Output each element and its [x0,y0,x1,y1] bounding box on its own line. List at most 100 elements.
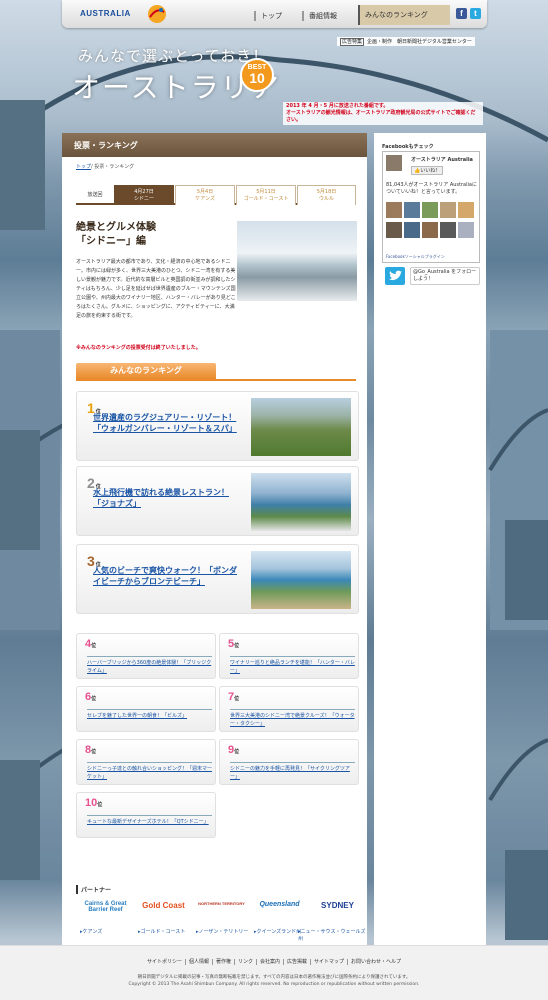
footer-link[interactable]: 会社案内 [256,959,284,965]
partner-logo-cairns[interactable]: Cairns & Great Barrier Reef [78,901,133,925]
broadcast-notice: 2013 年 4 月・5 月に放送された番組です。 オーストラリアの観光情報は、… [283,102,483,125]
fan-avatar[interactable] [422,222,438,238]
top-navigation: AUSTRALIA トップ 番組情報 みんなのランキング f t [62,0,487,28]
notice-line-1: 2013 年 4 月・5 月に放送された番組です。 [286,103,389,109]
ranking-heading: みんなのランキング [76,363,216,379]
partner-logo-gold-coast[interactable]: Gold Coast [136,901,191,925]
tab-sydney[interactable]: 4月27日 シドニー [114,185,174,205]
rank-9-card[interactable]: 9位 シドニーの魅力を手軽に再発見！「サイクリングツアー」 [219,739,359,785]
rank-3-photo [251,551,351,609]
fan-avatar[interactable] [440,222,456,238]
twitter-icon[interactable]: t [470,8,481,19]
fan-avatar[interactable] [386,202,402,218]
footer-link[interactable]: 個人情報 [184,959,212,965]
credit-text: 企画・制作 朝日新聞社デジタル営業センター [367,39,472,45]
fb-plugin-label: Facebookソーシャルプラグイン [386,254,445,259]
hero-subtitle: みんなで選ぶとっておき！ [78,47,269,65]
rank-8-title[interactable]: シドニーっ子達との触れ合いショッピング！「週末マーケット」 [87,762,212,781]
footer-link[interactable]: 著作権 [211,959,234,965]
episode-tabs: 放送回 4月27日 シドニー 5月4日 ケアンズ 5月11日 ゴールド・コースト 5月… [76,185,356,205]
notice-line-2: オーストラリアの観光情報は、オーストラリア政府観光局の公式サイトでご確認ください… [286,110,476,123]
twitter-follow-text[interactable]: @Go_Australia をフォローしよう！ [410,267,480,285]
rank-2-photo [251,473,351,531]
nav-ranking[interactable]: みんなのランキング [358,5,450,25]
sydney-heading: 絶景とグルメ体験 「シドニー」編 [76,222,156,247]
section-title: 投票・ランキング [62,133,367,157]
page-avatar[interactable] [386,155,402,171]
rank-1-photo [251,398,351,456]
partner-link-gold-coast[interactable]: ▸ゴールド・コースト [138,928,185,935]
australia-logo[interactable]: AUSTRALIA [80,9,131,18]
rank-1-card[interactable]: 1位 世界遺産のラグジュアリー・リゾート！「ウォルガンバレー・リゾート＆スパ」 [76,391,359,461]
fan-avatar[interactable] [404,202,420,218]
nav-program-info[interactable]: 番組情報 [302,11,337,21]
nav-top[interactable]: トップ [254,11,282,21]
twitter-bird-icon [385,267,405,285]
rank-3-title[interactable]: 人気のビーチで爽快ウォーク！「ボンダイビーチからブロンテビーチ」 [93,565,243,587]
rank-4-title[interactable]: ハーバーブリッジから360度の絶景体験！「ブリッジクライム」 [87,656,212,675]
rank-5-title[interactable]: ワイナリー巡りと絶品ランチを堪能！「ハンター・バレー」 [230,656,355,675]
fan-avatar[interactable] [458,202,474,218]
rank-8-card[interactable]: 8位 シドニーっ子達との触れ合いショッピング！「週末マーケット」 [76,739,216,785]
rank-6-card[interactable]: 6位 セレブを魅了した世界一の朝食！「ビルズ」 [76,686,216,732]
rank-1-title[interactable]: 世界遺産のラグジュアリー・リゾート！「ウォルガンバレー・リゾート＆スパ」 [93,412,243,434]
best10-badge: BEST 10 [240,58,274,92]
footer: サイトポリシー 個人情報 著作権 リンク 会社案内 広告掲載 サイトマップ お問い合わせ・ヘル… [0,945,548,1000]
ranking-divider [76,379,356,381]
rank-2-title[interactable]: 水上飛行機で訪れる絶景レストラン！「ジョナズ」 [93,487,243,509]
breadcrumb-current: / 投票・ランキング [91,164,135,170]
rank-10-title[interactable]: キュートな最新デザイナーズホテル！「QTシドニー」 [87,815,212,826]
partner-link-nsw[interactable]: ▸ニュー・サウス・ウェールズ州 [298,928,367,942]
partner-link-northern-territory[interactable]: ▸ノーザン・テリトリー [196,928,248,935]
badge-number: 10 [249,70,265,86]
footer-link[interactable]: お問い合わせ・ヘルプ [347,959,405,965]
partner-heading: パートナー [76,885,111,894]
fan-avatar[interactable] [458,222,474,238]
rank-5-card[interactable]: 5位 ワイナリー巡りと絶品ランチを堪能！「ハンター・バレー」 [219,633,359,679]
rank-2-card[interactable]: 2位 水上飛行機で訪れる絶景レストラン！「ジョナズ」 [76,466,359,536]
advertorial-credit: 広告特集 企画・制作 朝日新聞社デジタル営業センター [337,37,475,46]
tab-cairns[interactable]: 5月4日 ケアンズ [175,185,235,205]
partner-link-cairns[interactable]: ▸ケアンズ [80,928,102,935]
kangaroo-logo-icon [148,5,166,23]
fan-avatar[interactable] [386,222,402,238]
footer-link[interactable]: サイトポリシー [144,959,185,965]
tab-gold-coast[interactable]: 5月11日 ゴールド・コースト [236,185,296,205]
tab-broadcast-label: 放送回 [87,192,103,198]
footer-link[interactable]: 広告掲載 [283,959,311,965]
fan-avatar[interactable] [422,202,438,218]
rank-7-card[interactable]: 7位 世界三大美港のシドニー湾で絶景クルーズ！「ウォーター・タクシー」 [219,686,359,732]
footer-link[interactable]: リンク [233,959,256,965]
sydney-restaurant-photo [237,221,357,301]
sidebar: Facebookもチェック オーストラリア Australia 👍いいね！ 81… [374,133,486,945]
partner-link-queensland[interactable]: ▸クイーンズランド州 [254,928,301,935]
facebook-like-box: オーストラリア Australia 👍いいね！ 81,043人がオーストラリア … [382,151,480,263]
footer-links: サイトポリシー 個人情報 著作権 リンク 会社案内 広告掲載 サイトマップ お問い合わせ・ヘル… [0,958,548,965]
partner-logo-queensland[interactable]: Queensland [252,901,307,925]
copyright-notice: 朝日新聞デジタルに掲載の記事・写真の無断転載を禁じます。すべての内容は日本の著作… [128,975,420,987]
voting-closed-notice: ※みんなのランキングの投票受付は終了いたしました。 [76,345,201,351]
fan-avatar[interactable] [404,222,420,238]
like-button[interactable]: 👍いいね！ [411,166,444,175]
facebook-icon[interactable]: f [456,8,467,19]
rank-3-card[interactable]: 3位 人気のビーチで爽快ウォーク！「ボンダイビーチからブロンテビーチ」 [76,544,359,614]
fb-page-name[interactable]: オーストラリア Australia [411,156,473,163]
partner-logo-northern-territory[interactable]: NORTHERN TERRITORY [194,901,249,925]
breadcrumb-home[interactable]: トップ [76,164,91,170]
tab-uluru[interactable]: 5月18日 ウルル [297,185,356,205]
footer-link[interactable]: サイトマップ [310,959,348,965]
fan-avatar[interactable] [440,202,456,218]
partner-logo-sydney[interactable]: SYDNEY [310,901,365,925]
twitter-follow[interactable]: @Go_Australia をフォローしよう！ [382,267,480,287]
rank-7-title[interactable]: 世界三大美港のシドニー湾で絶景クルーズ！「ウォーター・タクシー」 [230,709,355,728]
facebook-heading: Facebookもチェック [382,144,434,150]
rank-6-title[interactable]: セレブを魅了した世界一の朝食！「ビルズ」 [87,709,212,720]
sydney-description: オーストラリア最大の都市であり、文化・経済の中心地であるシドニー。市内には緑が多… [76,259,236,319]
rank-4-card[interactable]: 4位 ハーバーブリッジから360度の絶景体験！「ブリッジクライム」 [76,633,216,679]
rank-9-title[interactable]: シドニーの魅力を手軽に再発見！「サイクリングツアー」 [230,762,355,781]
ad-tag: 広告特集 [340,38,365,46]
like-count-text: 81,043人がオーストラリア Australiaについていいね！と言っています… [386,182,477,195]
main-content: 投票・ランキング トップ/ 投票・ランキング 放送回 4月27日 シドニー 5月4… [62,133,367,945]
rank-10-card[interactable]: 10位 キュートな最新デザイナーズホテル！「QTシドニー」 [76,792,216,838]
breadcrumb: トップ/ 投票・ランキング [76,163,134,170]
